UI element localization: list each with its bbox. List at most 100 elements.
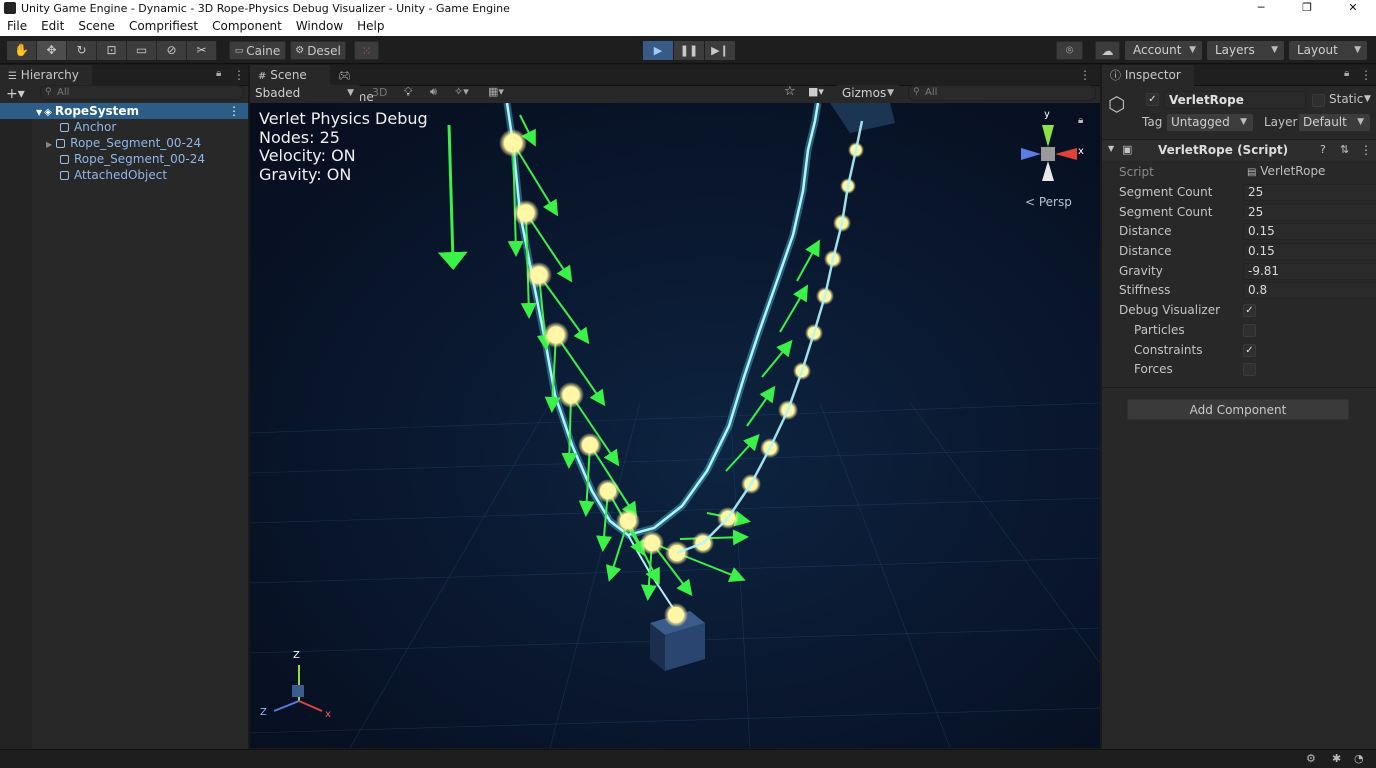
gizmo-lock-icon[interactable]: 🔒︎ <box>1078 115 1083 126</box>
camera-icon[interactable]: ■▾ <box>808 85 824 98</box>
forces-checkbox[interactable] <box>1243 363 1256 376</box>
rope-line <box>503 103 822 612</box>
particles-checkbox[interactable] <box>1243 324 1256 337</box>
object-name-field[interactable]: VerletRope <box>1164 91 1306 109</box>
cloud-icon[interactable]: ☁ <box>1095 41 1120 60</box>
add-component-button[interactable]: Add Component <box>1127 399 1349 420</box>
gizmo-y-label: y <box>1044 109 1050 120</box>
hierarchy-item-anchor[interactable]: Anchor <box>0 119 248 135</box>
toggle-debug-visualizer: Debug Visualizer ✓ <box>1119 301 1376 320</box>
expand-arrow-icon: ▼ <box>36 108 43 117</box>
distance-input[interactable]: 0.15 <box>1243 223 1376 240</box>
bug-icon[interactable]: ✱ <box>1332 752 1341 765</box>
script-file-icon: ▤ <box>1247 167 1257 178</box>
close-icon[interactable]: ✕ <box>1330 0 1376 16</box>
hierarchy-item-ropesystem[interactable]: ▼ ◈ RopeSystem ⋮ <box>0 103 248 119</box>
gravity-arrow <box>437 124 468 270</box>
expand-arrow-icon: ▶ <box>46 140 53 149</box>
debug-overlay: Verlet Physics Debug Nodes: 25 Velocity:… <box>259 109 428 184</box>
debug-status-icon[interactable]: ⚙ <box>1306 752 1316 765</box>
component-header[interactable]: ▼ ▣ VerletRope (Script) ? ⇅ ⋮ <box>1102 139 1376 161</box>
static-checkbox[interactable] <box>1312 94 1325 107</box>
menu-file[interactable]: File <box>0 19 34 33</box>
add-icon[interactable]: +▾ <box>6 86 25 102</box>
star-icon[interactable]: ☆ <box>784 84 796 99</box>
static-chevron-icon[interactable]: ▼ <box>1364 94 1371 104</box>
caine-button[interactable]: ▭ Caine <box>229 41 286 60</box>
more-icon[interactable]: ⋮ <box>1079 68 1091 82</box>
menu-comprifiest[interactable]: Comprifiest <box>122 19 205 33</box>
scene-viewport[interactable]: Verlet Physics Debug Nodes: 25 Velocity:… <box>250 103 1100 748</box>
step-icon[interactable]: ▶❙ <box>705 41 735 60</box>
layers-dropdown[interactable]: Layers ▼ <box>1207 41 1284 60</box>
restore-icon[interactable]: ❐ <box>1284 0 1330 16</box>
debug-visualizer-checkbox[interactable]: ✓ <box>1243 304 1256 317</box>
play-icon[interactable]: ▶ <box>643 41 673 60</box>
snap-icon[interactable]: ⁙ <box>354 41 379 60</box>
orientation-gizmo <box>1021 125 1077 181</box>
grid-snap-icon[interactable]: ▦▾ <box>488 85 504 98</box>
segment-count-input-2[interactable]: 25 <box>1243 204 1376 221</box>
help-icon[interactable]: ? <box>1320 143 1326 156</box>
lock-icon[interactable]: 🔒︎ <box>1344 68 1349 79</box>
menu-component[interactable]: Component <box>205 19 289 33</box>
more-icon[interactable]: ⋮ <box>1360 68 1372 82</box>
anchor-block <box>830 103 895 133</box>
minimize-icon[interactable]: ─ <box>1238 0 1284 16</box>
effects-icon[interactable]: ✧▾ <box>454 85 469 98</box>
move-tool-icon[interactable]: ✥ <box>37 41 67 60</box>
scale-tool-icon[interactable]: ⊡ <box>97 41 127 60</box>
transform-tool-icon[interactable]: ⊘ <box>157 41 187 60</box>
stiffness-input[interactable]: 0.8 <box>1243 282 1376 299</box>
hierarchy-item-attachedobject[interactable]: AttachedObject <box>0 167 248 183</box>
caine-icon: ▭ <box>234 45 244 56</box>
preset-icon[interactable]: ⇅ <box>1340 143 1349 156</box>
tag-dropdown[interactable]: Untagged ▼ <box>1167 114 1253 131</box>
more-icon[interactable]: ⋮ <box>1360 143 1372 157</box>
foldout-icon: ▼ <box>1108 144 1115 153</box>
tab-game[interactable]: 🎮︎ Game <box>330 65 390 104</box>
active-checkbox[interactable]: ✓ <box>1146 93 1159 106</box>
hierarchy-item-rope-segment-2[interactable]: Rope_Segment_00-24 <box>0 151 248 167</box>
audio-icon[interactable]: 🔊︎ <box>430 85 437 99</box>
info-icon: ⓘ <box>1110 69 1121 82</box>
menu-scene[interactable]: Scene <box>71 19 122 33</box>
collab-icon[interactable]: ⌾ <box>1056 41 1083 60</box>
segment-count-input[interactable]: 25 <box>1243 184 1376 201</box>
static-label: Static <box>1329 92 1364 106</box>
unity-scene-icon: ◈ <box>44 107 52 118</box>
hierarchy-item-rope-segment-1[interactable]: ▶ Rope_Segment_00-24 <box>0 135 248 151</box>
layer-label: Layer <box>1264 115 1298 129</box>
rotate-tool-icon[interactable]: ↻ <box>67 41 97 60</box>
layout-dropdown[interactable]: Layout ▼ <box>1289 41 1367 60</box>
gameobject-cube-icon: ⬡ <box>1108 92 1126 116</box>
lock-icon[interactable]: 🔒︎ <box>216 68 221 79</box>
more-icon[interactable]: ⋮ <box>233 68 245 82</box>
tab-hierarchy[interactable]: ☰ Hierarchy <box>0 65 92 86</box>
desel-button[interactable]: ⚙ Desel <box>290 41 346 60</box>
tab-scene[interactable]: # Scene <box>250 65 330 86</box>
distance-input-2[interactable]: 0.15 <box>1243 243 1376 260</box>
lighting-icon[interactable]: 💡︎ <box>404 85 412 100</box>
mode-3d-button[interactable]: 3D <box>372 86 387 99</box>
account-dropdown[interactable]: Account ▼ <box>1125 41 1202 60</box>
hierarchy-search-input[interactable]: ⚲ All <box>40 85 244 100</box>
gizmos-dropdown[interactable]: Gizmos ▼ <box>836 85 900 101</box>
inspector-panel: ⓘ Inspector 🔒︎ ⋮ ⬡ ✓ VerletRope Static ▼… <box>1102 65 1376 749</box>
rect-tool-icon[interactable]: ▭ <box>127 41 157 60</box>
shading-mode-dropdown[interactable]: Sbaded ▼ <box>252 85 360 101</box>
menu-window[interactable]: Window <box>289 19 350 33</box>
pause-icon[interactable]: ❚❚ <box>674 41 704 60</box>
hand-tool-icon[interactable]: ✋ <box>7 41 37 60</box>
menu-edit[interactable]: Edit <box>34 19 71 33</box>
overlay-velocity: Velocity: ON <box>259 146 356 165</box>
constraints-checkbox[interactable]: ✓ <box>1243 344 1256 357</box>
gravity-input[interactable]: -9.81 <box>1243 263 1376 280</box>
menu-help[interactable]: Help <box>350 19 391 33</box>
scene-search-input[interactable]: ⚲ All <box>908 85 1096 101</box>
layer-dropdown[interactable]: Default ▼ <box>1299 114 1370 131</box>
persp-label[interactable]: < Persp <box>1025 195 1072 209</box>
custom-tool-icon[interactable]: ✂ <box>187 41 217 60</box>
settings-icon[interactable]: ◔ <box>1354 752 1364 765</box>
tab-inspector[interactable]: ⓘ Inspector <box>1102 65 1194 86</box>
